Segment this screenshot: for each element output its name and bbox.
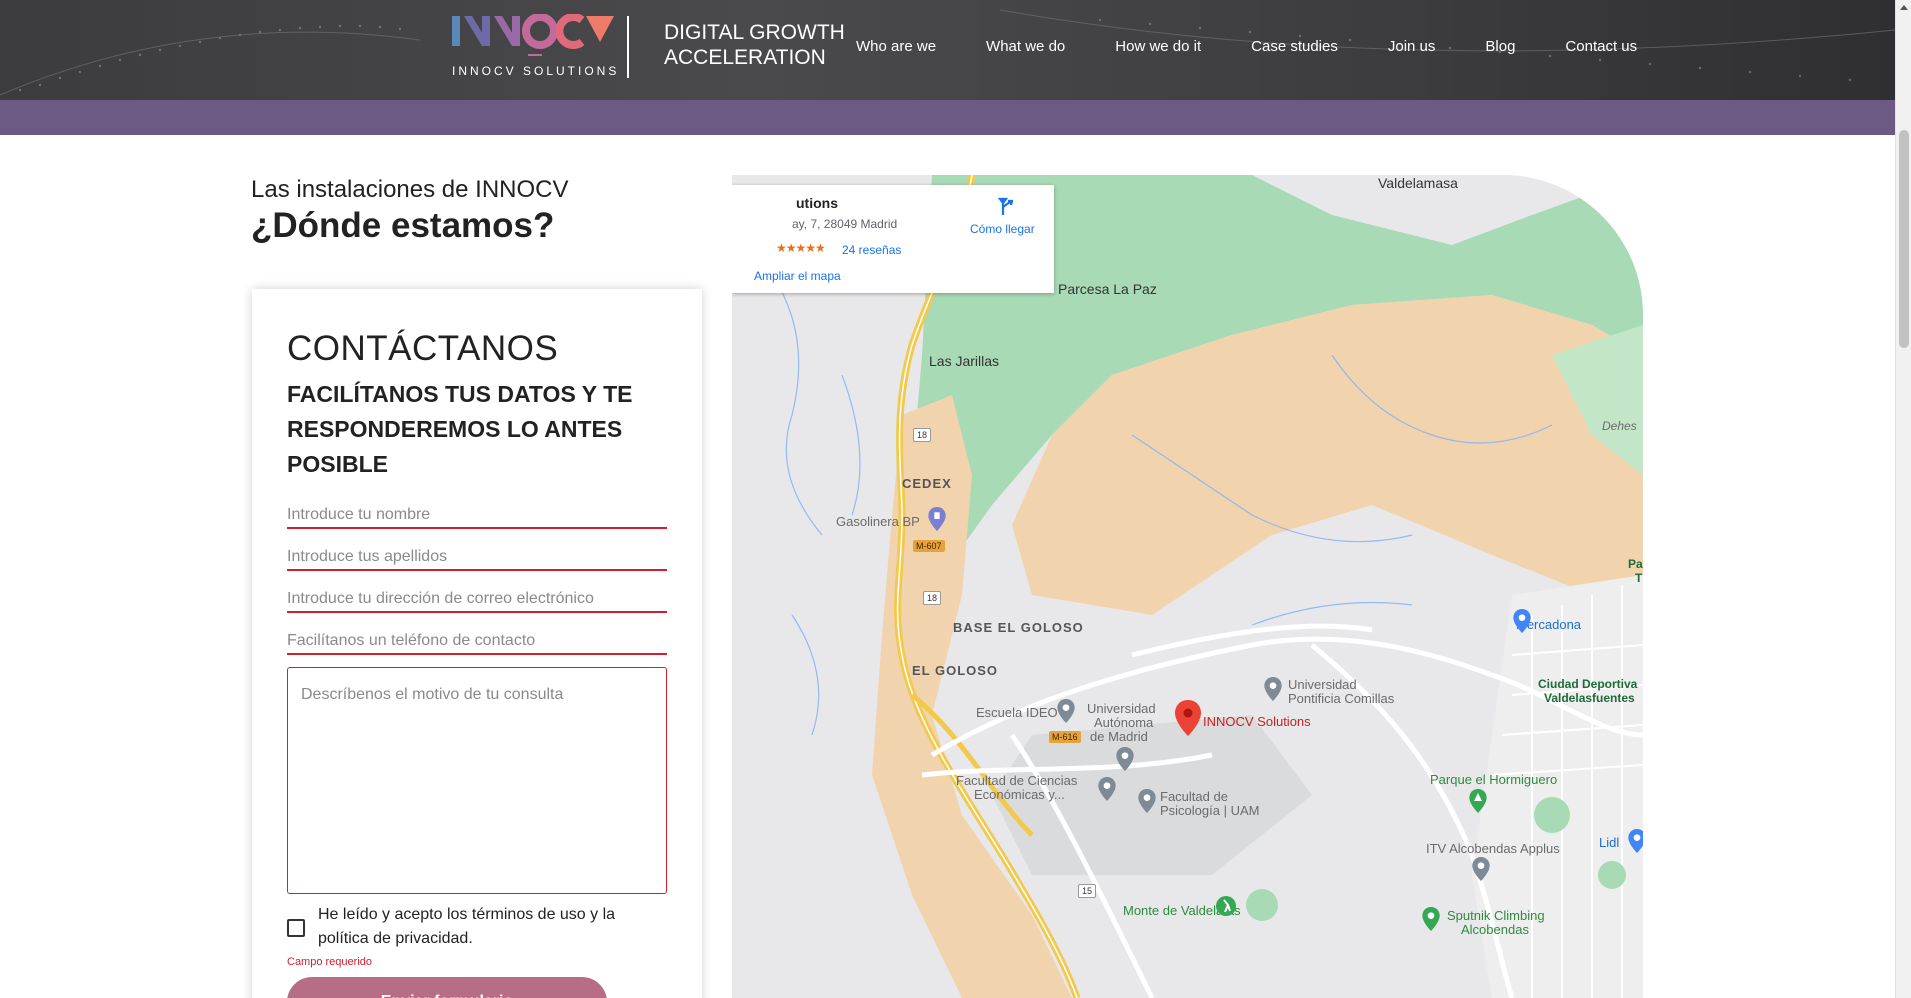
nav-contact-us[interactable]: Contact us xyxy=(1565,38,1637,55)
map-label-ideo: Escuela IDEO xyxy=(976,705,1058,720)
climbing-pin-icon[interactable] xyxy=(1422,907,1440,931)
map-label-cedex: CEDEX xyxy=(902,476,952,491)
nav-blog[interactable]: Blog xyxy=(1485,38,1515,55)
road-badge-m616: M-616 xyxy=(1049,731,1081,743)
map-label-pa: Pa xyxy=(1628,557,1643,571)
lidl-pin-icon[interactable] xyxy=(1628,829,1643,853)
map-rating-stars: ★★★★★ xyxy=(776,241,826,255)
map-label-comillas-2: Pontificia Comillas xyxy=(1288,691,1395,706)
location-subtitle: Las instalaciones de INNOCV xyxy=(251,176,569,203)
economics-pin-icon[interactable] xyxy=(1098,777,1116,801)
main-navigation: Who are we What we do How we do it Case … xyxy=(856,38,1637,55)
map-label-comillas-1: Universidad xyxy=(1288,677,1357,692)
terms-label: He leído y acepto los términos de uso y … xyxy=(318,906,616,947)
map-place-address: ay, 7, 28049 Madrid xyxy=(792,217,898,231)
road-badge-18: 18 xyxy=(913,428,932,442)
logo-wordmark: INNOCV SOLUTIONS xyxy=(452,64,620,78)
map-label-jarillas: Las Jarillas xyxy=(929,353,1000,369)
map-label-gasolinera: Gasolinera BP xyxy=(836,514,920,529)
innocv-location-pin-icon[interactable] xyxy=(1175,700,1201,736)
map-label-innocv: INNOCV Solutions xyxy=(1203,714,1311,729)
map-label-uam-1: Universidad xyxy=(1087,701,1156,716)
email-field[interactable] xyxy=(287,581,667,613)
contact-form-card: CONTÁCTANOS FACILÍTANOS TUS DATOS Y TE R… xyxy=(252,289,702,998)
psychology-pin-icon[interactable] xyxy=(1138,789,1156,813)
map-label-itv: ITV Alcobendas Applus xyxy=(1426,841,1560,856)
nav-how-we-do-it[interactable]: How we do it xyxy=(1115,38,1201,55)
form-subheading: FACILÍTANOS TUS DATOS Y TE RESPONDEREMOS… xyxy=(287,381,633,477)
name-field[interactable] xyxy=(287,497,667,529)
road-badge-m607: M-607 xyxy=(913,540,945,552)
page-scrollbar[interactable] xyxy=(1895,0,1911,998)
map-label-psicologia-2: Psicología | UAM xyxy=(1160,803,1260,818)
required-field-error: Campo requerido xyxy=(287,956,372,968)
university-pin-icon[interactable] xyxy=(1264,677,1282,701)
scrollbar-thumb[interactable] xyxy=(1899,130,1909,348)
message-textarea[interactable] xyxy=(287,667,667,894)
directions-link[interactable]: Cómo llegar xyxy=(970,222,1035,236)
map-label-valdelasfuentes: Valdelasfuentes xyxy=(1544,691,1635,705)
map-label-economicas-2: Económicas y... xyxy=(974,787,1065,802)
submit-button[interactable]: Enviar formulario xyxy=(287,977,607,998)
map-label-hormiguero: Parque el Hormiguero xyxy=(1430,772,1558,787)
directions-icon[interactable] xyxy=(996,197,1016,217)
itv-pin-icon[interactable] xyxy=(1472,857,1490,881)
nav-join-us[interactable]: Join us xyxy=(1388,38,1436,55)
map-label-psicologia-1: Facultad de xyxy=(1160,789,1228,804)
map-label-sputnik-1: Sputnik Climbing xyxy=(1447,908,1545,923)
map-label-lidl: Lidl xyxy=(1599,835,1620,850)
location-title: ¿Dónde estamos? xyxy=(251,206,555,245)
map-base-layer[interactable] xyxy=(732,175,1643,998)
form-heading: CONTÁCTANOS xyxy=(287,329,559,368)
header-tagline: DIGITAL GROWTH ACCELERATION xyxy=(664,21,845,69)
scroll-up-arrow-icon[interactable] xyxy=(1900,5,1908,10)
uam-pin-icon[interactable] xyxy=(1116,747,1134,771)
hiking-icon[interactable] xyxy=(1216,895,1236,917)
phone-field[interactable] xyxy=(287,623,667,655)
nav-who-are-we[interactable]: Who are we xyxy=(856,38,936,55)
map-label-uam-2: Autónoma xyxy=(1094,715,1154,730)
mercadona-pin-icon[interactable] xyxy=(1513,609,1531,633)
surname-field[interactable] xyxy=(287,539,667,571)
nav-case-studies[interactable]: Case studies xyxy=(1251,38,1338,55)
site-header: INNOCV SOLUTIONS DIGITAL GROWTH ACCELERA… xyxy=(0,0,1895,100)
map-label-valdelamasa: Valdelamasa xyxy=(1378,175,1458,191)
map-label-base-el-goloso: BASE EL GOLOSO xyxy=(953,620,1084,635)
map-place-card: utions ay, 7, 28049 Madrid ★★★★★ 24 rese… xyxy=(732,185,1054,293)
map-reviews-link[interactable]: 24 reseñas xyxy=(842,243,901,257)
gas-station-pin-icon[interactable] xyxy=(928,507,946,531)
map-label-dehes: Dehes xyxy=(1602,419,1637,433)
nav-what-we-do[interactable]: What we do xyxy=(986,38,1065,55)
map-label-t: T xyxy=(1635,571,1643,585)
road-badge-18b: 18 xyxy=(923,591,942,605)
logo-divider xyxy=(627,16,629,78)
school-pin-icon[interactable] xyxy=(1057,699,1075,723)
map-label-parcesa: Parcesa La Paz xyxy=(1058,281,1157,297)
google-map[interactable]: Valdelamasa Parcesa La Paz Las Jarillas … xyxy=(732,175,1643,998)
map-enlarge-link[interactable]: Ampliar el mapa xyxy=(754,269,841,283)
header-accent-band xyxy=(0,100,1895,135)
map-label-economicas-1: Facultad de Ciencias xyxy=(956,773,1078,788)
map-label-el-goloso: EL GOLOSO xyxy=(912,663,999,678)
map-label-uam-3: de Madrid xyxy=(1090,729,1148,744)
park-pin-icon[interactable] xyxy=(1469,789,1487,813)
map-label-ciudad-deportiva: Ciudad Deportiva xyxy=(1538,677,1638,691)
road-badge-15: 15 xyxy=(1078,884,1097,898)
map-place-name: utions xyxy=(796,195,838,211)
map-label-sputnik-2: Alcobendas xyxy=(1461,922,1529,937)
terms-checkbox[interactable] xyxy=(287,919,305,937)
